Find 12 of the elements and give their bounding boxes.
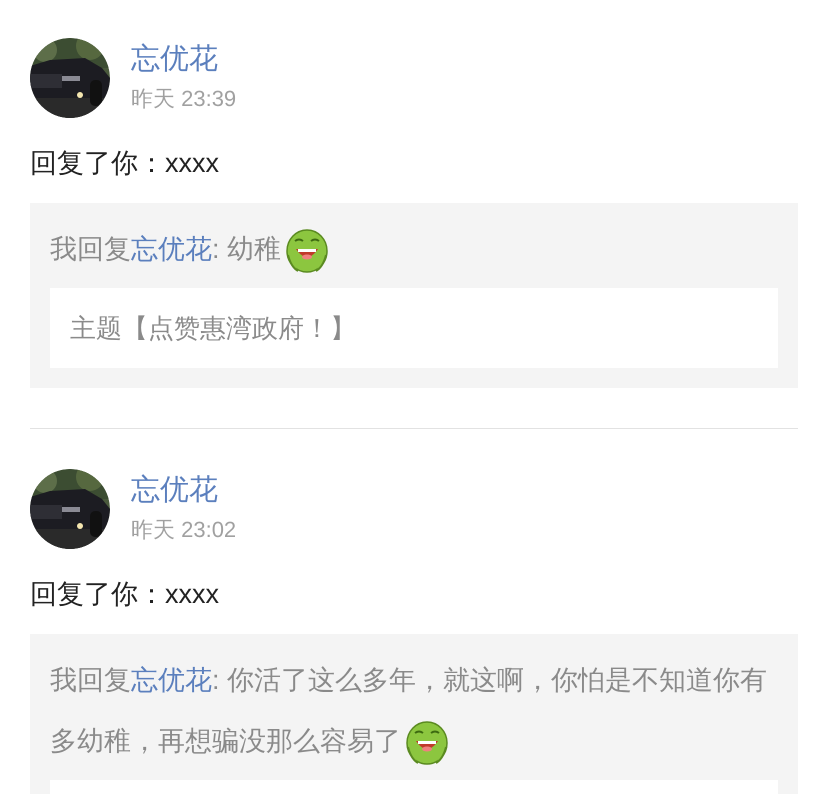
user-link[interactable]: 忘优花	[131, 234, 212, 264]
author-name[interactable]: 忘优花	[131, 40, 236, 78]
reply-message: 回复了你：xxxx	[30, 578, 219, 611]
timestamp: 昨天 23:02	[131, 516, 236, 544]
topic-card[interactable]: 主题【点赞惠湾政府！】	[50, 288, 778, 368]
quoted-reply: 我回复忘优花: 你活了这么多年，就这啊，你怕是不知道你有多幼稚，再想骗没那么容易了	[50, 665, 768, 756]
reply-message: 回复了你：xxxx	[30, 147, 219, 180]
timestamp: 昨天 23:39	[131, 85, 236, 113]
author-name[interactable]: 忘优花	[131, 471, 236, 509]
quoted-reply: 我回复忘优花: 幼稚	[50, 234, 330, 264]
user-link[interactable]: 忘优花	[131, 665, 212, 695]
topic-title: 主题【点赞惠湾政府！】	[70, 312, 356, 344]
